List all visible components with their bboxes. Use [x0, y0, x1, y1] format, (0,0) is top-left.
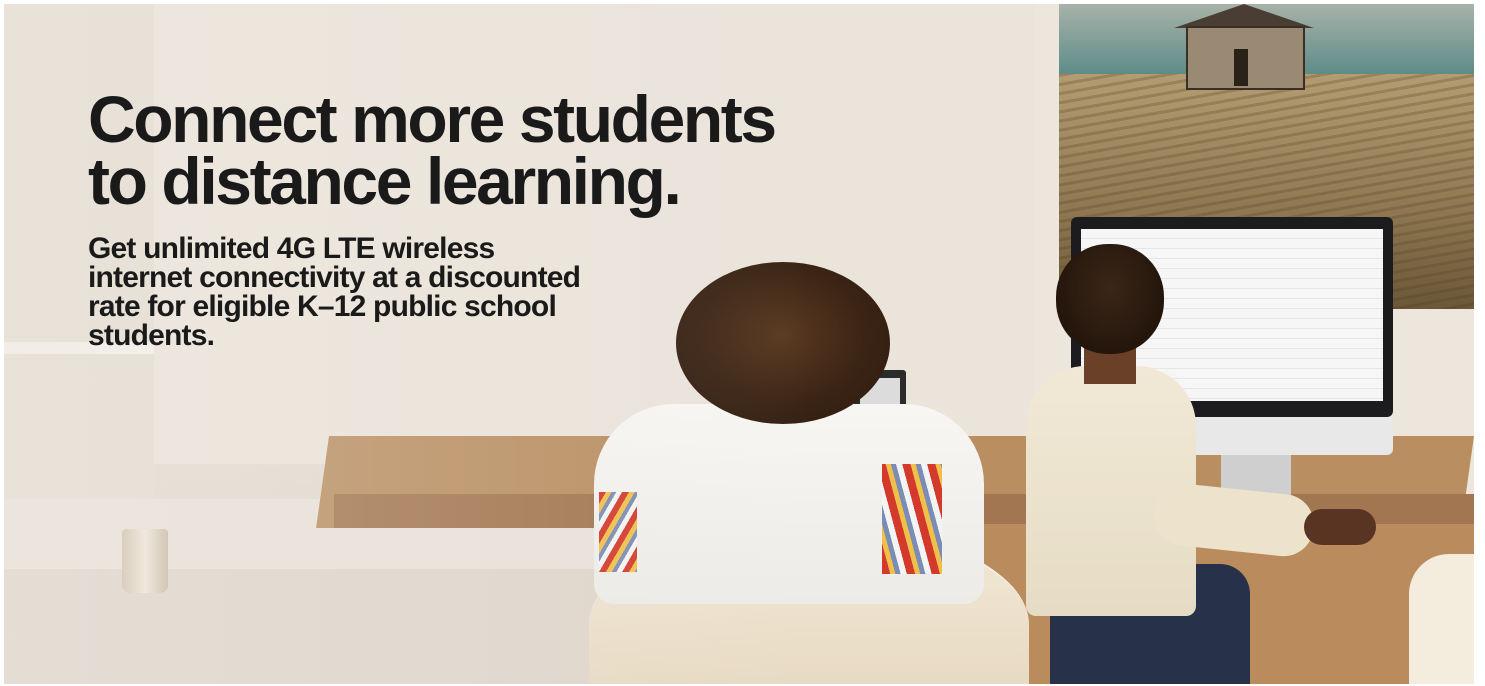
student-left-sleeve-stripes	[599, 492, 637, 572]
student-right-hand	[1304, 509, 1376, 545]
student-right-hair	[1056, 244, 1164, 354]
hero-banner: Connect more students to distance learni…	[4, 4, 1474, 684]
student-left-sleeve-stripes-right	[882, 464, 942, 574]
hero-headline: Connect more students to distance learni…	[88, 82, 777, 218]
student-left-hair	[676, 262, 890, 424]
chair-right	[1409, 554, 1474, 684]
ceramic-cup	[122, 529, 168, 593]
poster-house	[1174, 4, 1314, 94]
white-desk-front	[4, 569, 644, 684]
hero-subheadline: Get unlimited 4G LTE wireless internet c…	[88, 232, 581, 352]
